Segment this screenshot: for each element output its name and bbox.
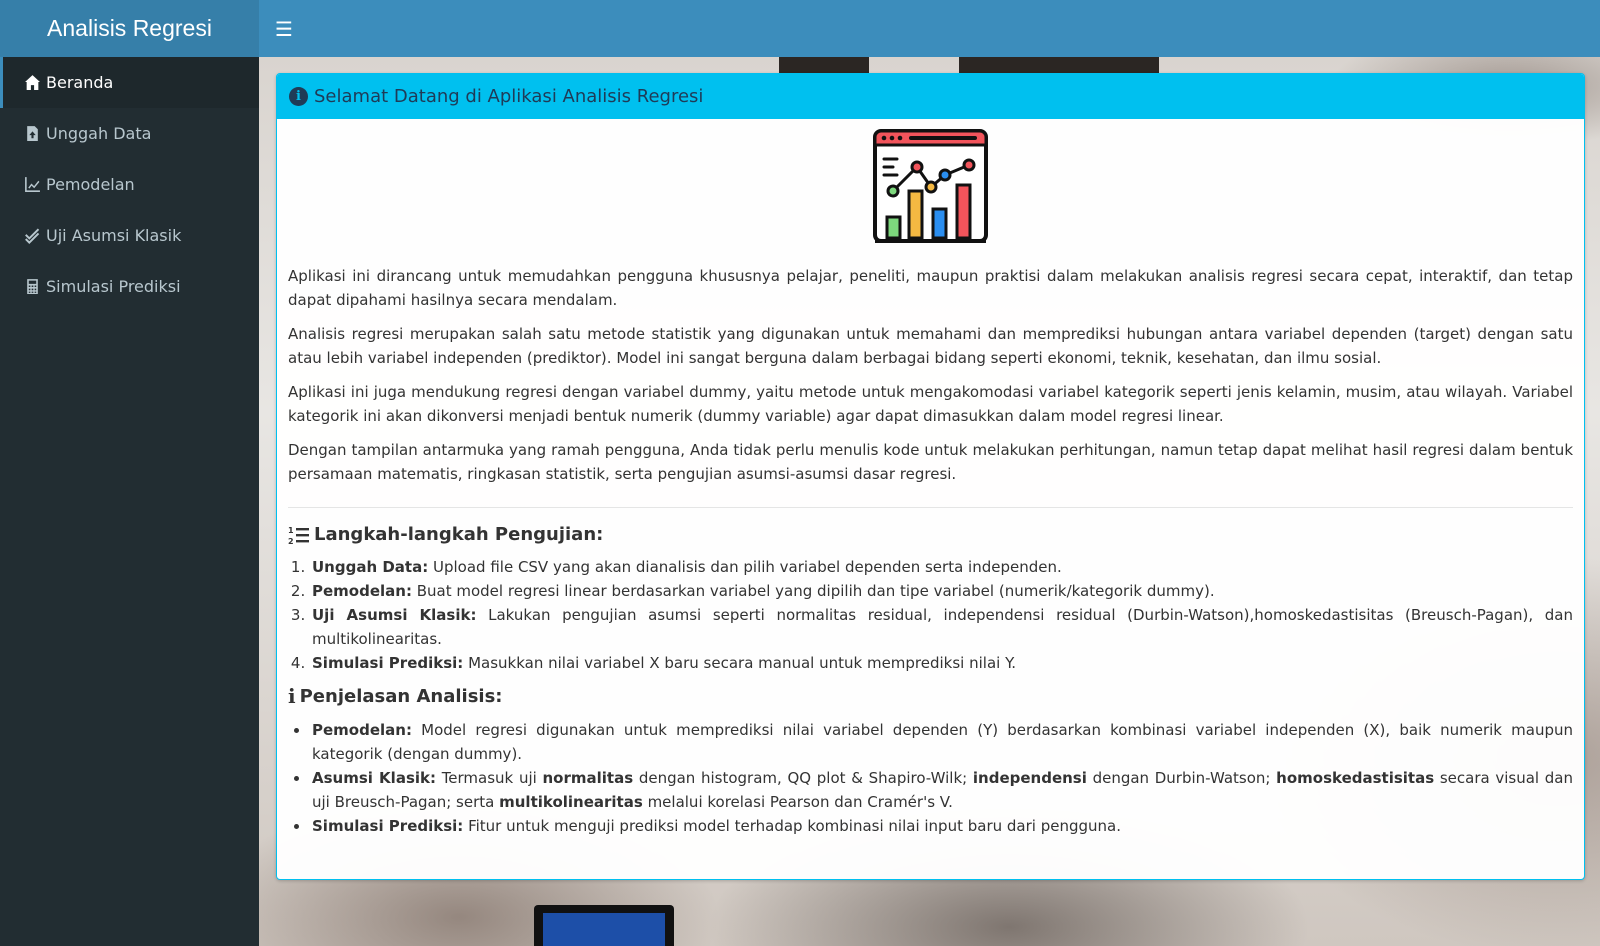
sidebar-item-unggah-data[interactable]: Unggah Data [0,108,259,159]
interface-paragraph: Dengan tampilan antarmuka yang ramah pen… [288,441,1573,483]
app-logo-title[interactable]: Analisis Regresi [0,0,259,57]
steps-list: Unggah Data: Upload file CSV yang akan d… [288,555,1573,675]
svg-text:1: 1 [288,526,294,535]
steps-title: Langkah-langkah Pengujian: [314,524,604,545]
card-header: i Selamat Datang di Aplikasi Analisis Re… [277,74,1584,119]
sidebar-item-beranda[interactable]: Beranda [0,57,259,108]
sidebar-item-label: Pemodelan [46,175,135,194]
sidebar-item-pemodelan[interactable]: Pemodelan [0,159,259,210]
steps-heading: 12 Langkah-langkah Pengujian: [288,524,1573,545]
explanation-title: Penjelasan Analisis: [299,685,503,707]
ordered-list-icon: 12 [288,525,310,545]
file-upload-icon [22,125,42,143]
section-divider [288,507,1573,508]
svg-text:2: 2 [288,537,294,545]
sidebar-item-uji-asumsi-klasik[interactable]: Uji Asumsi Klasik [0,210,259,261]
main-header: Analisis Regresi ☰ [0,0,1600,57]
background-laptop-image [534,905,674,946]
top-navbar: ☰ [259,0,1600,57]
analytics-dashboard-illustration [288,129,1573,253]
card-title: Selamat Datang di Aplikasi Analisis Regr… [314,86,704,107]
sidebar-item-label: Unggah Data [46,124,152,143]
sidebar-item-label: Simulasi Prediksi [46,277,181,296]
calculator-icon [22,278,42,296]
list-item: Simulasi Prediksi: Fitur untuk menguji p… [310,814,1573,838]
list-item: Pemodelan: Model regresi digunakan untuk… [310,718,1573,766]
info-icon: i [288,684,296,708]
list-item: Uji Asumsi Klasik: Lakukan pengujian asu… [310,603,1573,651]
explanation-heading: i Penjelasan Analisis: [288,684,1573,708]
list-item: Asumsi Klasik: Termasuk uji normalitas d… [310,766,1573,814]
intro-paragraph: Aplikasi ini dirancang untuk memudahkan … [288,267,1573,309]
double-check-icon [22,227,42,245]
card-body: Aplikasi ini dirancang untuk memudahkan … [277,119,1584,838]
content-wrapper: i Selamat Datang di Aplikasi Analisis Re… [259,57,1600,946]
hamburger-icon[interactable]: ☰ [259,0,309,57]
dummy-variable-paragraph: Aplikasi ini juga mendukung regresi deng… [288,383,1573,425]
list-item: Simulasi Prediksi: Masukkan nilai variab… [310,651,1573,675]
info-circle-icon: i [289,87,308,106]
welcome-card: i Selamat Datang di Aplikasi Analisis Re… [276,73,1585,880]
list-item: Pemodelan: Buat model regresi linear ber… [310,579,1573,603]
home-icon [22,74,42,92]
explanation-list: Pemodelan: Model regresi digunakan untuk… [288,718,1573,838]
sidebar-item-label: Uji Asumsi Klasik [46,226,182,245]
line-chart-icon [22,176,42,194]
list-item: Unggah Data: Upload file CSV yang akan d… [310,555,1573,579]
regression-description-paragraph: Analisis regresi merupakan salah satu me… [288,325,1573,367]
sidebar-item-label: Beranda [46,73,114,92]
sidebar-item-simulasi-prediksi[interactable]: Simulasi Prediksi [0,261,259,312]
sidebar: Beranda Unggah Data Pemodelan Uji Asumsi… [0,57,259,946]
